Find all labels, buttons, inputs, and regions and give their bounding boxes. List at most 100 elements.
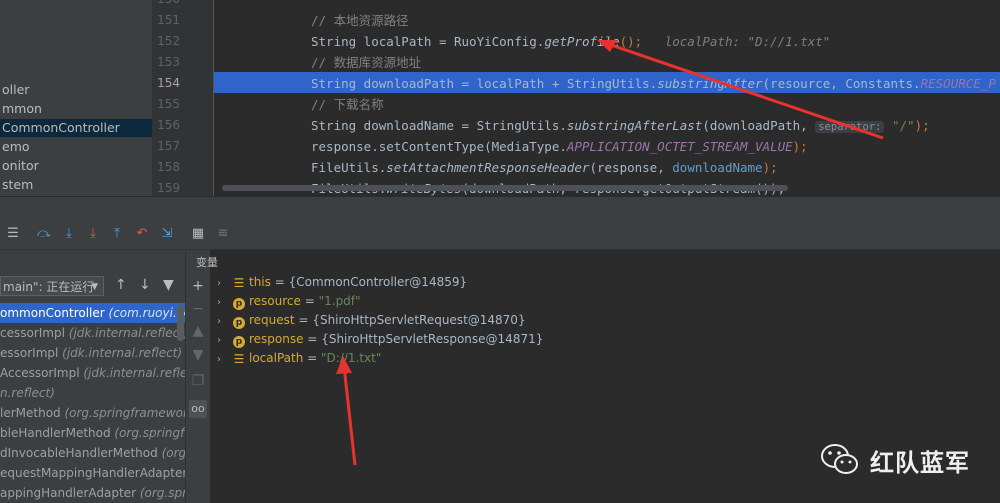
copy-icon[interactable]: ❐ bbox=[189, 372, 207, 390]
line-number: 151 bbox=[157, 13, 180, 27]
step-into-icon[interactable]: ⤓ bbox=[60, 225, 78, 243]
chevron-right-icon[interactable]: › bbox=[217, 312, 233, 331]
variable-equals: = bbox=[270, 275, 289, 289]
variable-value: "D://1.txt" bbox=[321, 351, 382, 365]
variable-row[interactable]: › p response = {ShiroHttpServletResponse@1… bbox=[217, 330, 543, 349]
step-out-icon[interactable]: ⤒ bbox=[108, 225, 126, 243]
step-over-icon[interactable]: ⤼ bbox=[35, 225, 53, 243]
stack-frame[interactable]: n.reflect) bbox=[0, 383, 55, 403]
tree-item[interactable]: oller bbox=[0, 81, 29, 99]
stack-frame[interactable]: AccessorImpl (jdk.internal.reflect) bbox=[0, 363, 185, 383]
frame-package: (com.ruoyi.web.co bbox=[108, 306, 185, 320]
stack-frame[interactable]: lerMethod (org.springframework bbox=[0, 403, 185, 423]
code-token: localPath = RuoYiConfig. bbox=[356, 34, 545, 49]
chevron-right-icon[interactable]: › bbox=[217, 293, 233, 312]
tree-item-selected[interactable]: CommonController bbox=[0, 119, 152, 137]
move-up-icon[interactable]: ▲ bbox=[189, 322, 207, 340]
chevron-right-icon[interactable]: › bbox=[217, 274, 233, 293]
code-line-155[interactable]: // 下载名称 bbox=[311, 94, 384, 115]
tree-item[interactable]: emo bbox=[0, 138, 30, 156]
tree-item[interactable]: mmon bbox=[0, 100, 42, 118]
code-line-153[interactable]: // 数据库资源地址 bbox=[311, 52, 421, 73]
stack-frame[interactable]: cessorImpl (jdk.internal.reflect) bbox=[0, 323, 185, 343]
wechat-icon bbox=[821, 444, 858, 474]
arrow-down-icon[interactable]: ↓ bbox=[139, 277, 151, 293]
frame-method: lerMethod bbox=[0, 406, 61, 420]
code-line-158[interactable]: FileUtils.setAttachmentResponseHeader(re… bbox=[311, 157, 778, 178]
code-line-157[interactable]: response.setContentType(MediaType.APPLIC… bbox=[311, 136, 808, 157]
code-method: substringAfterLast bbox=[566, 118, 703, 133]
parameter-icon: p bbox=[233, 336, 245, 348]
move-down-icon[interactable]: ▼ bbox=[189, 346, 207, 364]
variable-name: resource bbox=[249, 294, 301, 308]
parameter-icon: p bbox=[233, 317, 245, 329]
variable-equals: = bbox=[300, 294, 319, 308]
line-number-gutter[interactable]: 150 151 152 153 154 155 156 157 158 159 bbox=[152, 0, 214, 196]
project-tree: oller mmon CommonController emo onitor s… bbox=[0, 0, 152, 196]
run-to-cursor-icon[interactable]: ⇲ bbox=[158, 225, 176, 243]
stack-frame[interactable]: dInvocableHandlerMethod (org.sp bbox=[0, 443, 185, 463]
stack-frame[interactable]: equestMappingHandlerAdapter (o bbox=[0, 463, 185, 483]
frame-package: (jdk.internal.reflect) bbox=[64, 326, 185, 340]
chevron-right-icon[interactable]: › bbox=[217, 331, 233, 350]
code-token: (); bbox=[619, 34, 643, 49]
frame-method: appingHandlerAdapter bbox=[0, 486, 137, 500]
trace-stream-icon[interactable]: ≋ bbox=[214, 225, 232, 243]
debug-toolbar: ☰ ⤼ ⤓ ⤓ ⤒ ↶ ⇲ ▦ ≋ bbox=[0, 219, 1000, 250]
code-line-152[interactable]: String localPath = RuoYiConfig.getProfil… bbox=[311, 31, 830, 52]
frame-method: equestMappingHandlerAdapter bbox=[0, 466, 185, 480]
horizontal-scrollbar[interactable] bbox=[222, 185, 788, 191]
thread-select[interactable]: main": 正在运行 ▼ bbox=[0, 276, 104, 296]
panel-divider[interactable] bbox=[0, 196, 1000, 219]
variable-row[interactable]: › ☰ this = {CommonController@14859} bbox=[217, 273, 467, 292]
stack-frame[interactable]: essorImpl (jdk.internal.reflect) bbox=[0, 343, 182, 363]
variable-row[interactable]: › ☰ localPath = "D://1.txt" bbox=[217, 349, 381, 368]
frame-method: cessorImpl bbox=[0, 326, 65, 340]
variable-row[interactable]: › p resource = "1.pdf" bbox=[217, 292, 361, 311]
tree-item[interactable]: stem bbox=[0, 176, 33, 194]
variable-value: {CommonController@14859} bbox=[288, 275, 468, 289]
remove-watch-icon[interactable]: − bbox=[189, 300, 207, 318]
line-number: 152 bbox=[157, 34, 180, 48]
code-editor[interactable]: // 本地资源路径 String localPath = RuoYiConfig… bbox=[214, 0, 1000, 196]
stack-frame[interactable]: bleHandlerMethod (org.springfra bbox=[0, 423, 185, 443]
tree-item[interactable]: onitor bbox=[0, 157, 39, 175]
code-constant: APPLICATION_OCTET_STREAM_VALUE bbox=[566, 139, 793, 154]
code-token: String downloadName = StringUtils. bbox=[311, 118, 567, 133]
code-token: String bbox=[311, 34, 357, 49]
frames-scrollbar[interactable] bbox=[177, 305, 184, 341]
frame-package: (org.sp bbox=[161, 446, 185, 460]
variable-value: {ShiroHttpServletRequest@14870} bbox=[312, 313, 526, 327]
code-token: ); bbox=[914, 118, 930, 133]
frame-method: AccessorImpl bbox=[0, 366, 80, 380]
add-watch-icon[interactable]: + bbox=[189, 277, 207, 295]
frame-method: dInvocableHandlerMethod bbox=[0, 446, 158, 460]
stack-frame[interactable]: appingHandlerAdapter (org.sprin bbox=[0, 483, 185, 503]
drop-frame-icon[interactable]: ↶ bbox=[133, 225, 151, 243]
code-line-154[interactable]: String downloadPath = localPath + String… bbox=[311, 73, 996, 94]
arrow-up-icon[interactable]: ↑ bbox=[115, 277, 127, 293]
variable-row[interactable]: › p request = {ShiroHttpServletRequest@148… bbox=[217, 311, 526, 330]
frame-package: (jdk.internal.reflect) bbox=[58, 346, 183, 360]
menu-icon[interactable]: ☰ bbox=[4, 225, 22, 243]
stack-frame-selected[interactable]: ommonController (com.ruoyi.web.co bbox=[0, 303, 185, 323]
line-number: 153 bbox=[157, 55, 180, 69]
frame-package: n.reflect) bbox=[0, 386, 55, 400]
line-number: 157 bbox=[157, 139, 180, 153]
frame-method: ommonController bbox=[0, 306, 105, 320]
inline-value-hint: localPath: "D://1.txt" bbox=[664, 34, 831, 49]
field-icon: ☰ bbox=[233, 276, 245, 290]
frame-package: (org.springfra bbox=[114, 426, 185, 440]
variables-side-toolbar: + − ▲ ▼ ❐ oo bbox=[185, 250, 211, 503]
variable-name: request bbox=[249, 313, 295, 327]
chevron-right-icon[interactable]: › bbox=[217, 350, 233, 369]
code-line-151[interactable]: // 本地资源路径 bbox=[311, 10, 409, 31]
code-line-156[interactable]: String downloadName = StringUtils.substr… bbox=[311, 115, 930, 136]
evaluate-expression-icon[interactable]: ▦ bbox=[189, 225, 207, 243]
line-number: 156 bbox=[157, 118, 180, 132]
frame-method: bleHandlerMethod bbox=[0, 426, 111, 440]
glasses-icon[interactable]: oo bbox=[189, 400, 207, 418]
filter-icon[interactable]: ▼ bbox=[163, 277, 174, 293]
force-step-into-icon[interactable]: ⤓ bbox=[84, 225, 102, 243]
frames-panel: main": 正在运行 ▼ ↑ ↓ ▼ ommonController (com.… bbox=[0, 250, 185, 503]
